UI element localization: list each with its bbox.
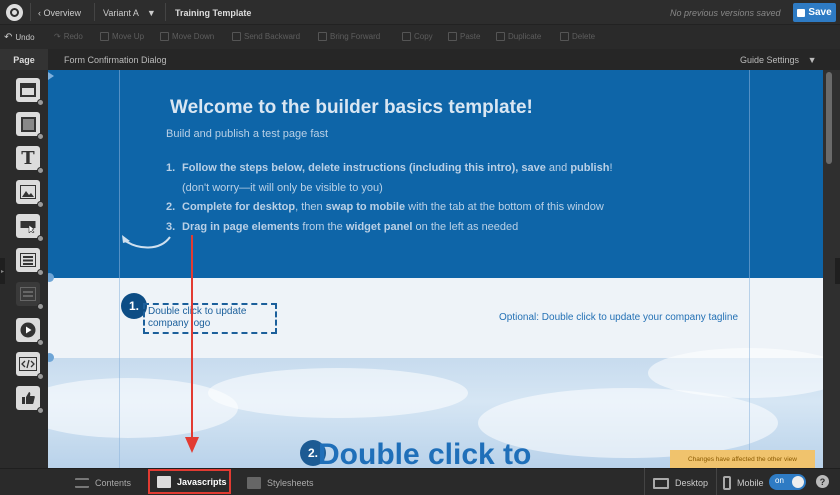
tab-contents[interactable]: Contents (75, 473, 131, 493)
guide-line (119, 70, 120, 468)
javascript-file-icon (157, 475, 171, 488)
redo-button[interactable]: ↷ Redo (54, 32, 83, 41)
instruction-step-2: 2. Complete for desktop, then swap to mob… (166, 201, 604, 213)
caret-down-icon: ▼ (146, 8, 156, 18)
tab-stylesheets[interactable]: Stylesheets (247, 473, 314, 493)
image-icon (20, 185, 36, 199)
scrollbar-thumb[interactable] (826, 72, 832, 164)
versions-status: No previous versions saved (670, 8, 781, 18)
trash-icon (560, 32, 569, 41)
move-down-icon (160, 32, 169, 41)
mobile-toggle[interactable]: on (769, 474, 806, 490)
overview-link[interactable]: ‹ Overview (38, 8, 81, 18)
company-tagline[interactable]: Optional: Double click to update your co… (499, 312, 738, 323)
move-up-button[interactable]: Move Up (100, 32, 144, 41)
cloud-shape (208, 368, 468, 418)
variant-dropdown[interactable]: Variant A ▼ (103, 8, 156, 18)
canvas-scrollbar[interactable] (823, 70, 840, 468)
paste-icon (448, 32, 457, 41)
text-t-icon: T (21, 147, 35, 169)
caret-down-icon: ▼ (807, 55, 817, 65)
delete-button[interactable]: Delete (560, 32, 595, 41)
collapse-right-handle-icon[interactable] (835, 258, 840, 284)
guide-line (749, 70, 750, 468)
text-widget[interactable]: T (16, 146, 44, 174)
instruction-step-1: 1. Follow the steps below, delete instruc… (166, 162, 613, 174)
app-logo-icon[interactable] (6, 4, 23, 21)
changes-notice: Changes have affected the other view (670, 450, 815, 468)
mobile-view-button[interactable]: Mobile (723, 473, 764, 493)
box-icon (20, 116, 36, 132)
button-cursor-icon (20, 221, 36, 233)
image-widget[interactable] (16, 180, 44, 208)
lightbox-icon (20, 287, 36, 301)
hero-title[interactable]: Welcome to the builder basics template! (170, 97, 533, 119)
bring-forward-icon (318, 32, 327, 41)
send-backward-icon (232, 32, 241, 41)
monitor-icon (653, 477, 669, 489)
custom-html-widget[interactable] (16, 352, 44, 380)
header-row: Page Form Confirmation Dialog Guide Sett… (0, 49, 840, 70)
section-widget[interactable] (16, 78, 44, 106)
list-lines-icon (75, 478, 89, 488)
move-up-icon (100, 32, 109, 41)
annotation-arrow (185, 235, 199, 453)
template-name: Training Template (175, 8, 252, 18)
dialog-name[interactable]: Form Confirmation Dialog (64, 55, 167, 65)
play-circle-icon (20, 322, 36, 338)
edit-toolbar: ↶ Undo ↷ Redo Move Up Move Down Send Back… (0, 25, 840, 49)
social-widget[interactable] (16, 386, 44, 414)
cloud-shape (48, 378, 238, 438)
collapse-panel-handle-icon[interactable]: ▸ (0, 258, 5, 284)
instruction-step-3: 3. Drag in page elements from the widget … (166, 220, 519, 233)
video-widget[interactable] (16, 318, 44, 346)
widget-panel: T (0, 70, 48, 468)
phone-icon (723, 476, 731, 490)
tab-page[interactable]: Page (0, 49, 48, 70)
duplicate-icon (496, 32, 505, 41)
copy-button[interactable]: Copy (402, 32, 433, 41)
paste-button[interactable]: Paste (448, 32, 480, 41)
desktop-view-button[interactable]: Desktop (653, 473, 708, 493)
instruction-note: (don't worry—it will only be visible to … (182, 181, 383, 194)
guide-marker-icon (48, 72, 54, 80)
move-down-button[interactable]: Move Down (160, 32, 214, 41)
copy-icon (402, 32, 411, 41)
toggle-knob (792, 476, 804, 488)
redo-arrow-icon: ↷ (54, 32, 61, 41)
floppy-disk-icon (797, 8, 806, 17)
send-backward-button[interactable]: Send Backward (232, 32, 300, 41)
curved-arrow-icon (122, 235, 171, 249)
undo-arrow-icon: ↶ (4, 32, 13, 43)
hero-subtitle[interactable]: Build and publish a test page fast (166, 128, 328, 140)
undo-button[interactable]: ↶ Undo (4, 32, 35, 43)
top-bar: ‹ Overview Variant A ▼ Training Template… (0, 0, 840, 25)
thumbs-up-icon (22, 392, 35, 404)
code-brackets-icon (19, 357, 37, 371)
page-canvas[interactable]: Welcome to the builder basics template! … (48, 70, 823, 468)
bring-forward-button[interactable]: Bring Forward (318, 32, 380, 41)
help-button[interactable]: ? (816, 475, 829, 488)
sky-headline[interactable]: Double click to (318, 438, 531, 468)
lightbox-widget[interactable] (16, 282, 44, 310)
instruction-list[interactable]: 1. Follow the steps below, delete instruc… (166, 159, 613, 237)
form-widget[interactable] (16, 248, 44, 276)
section-icon (20, 83, 36, 97)
save-button[interactable]: Save (793, 3, 836, 22)
tab-javascripts[interactable]: Javascripts (148, 469, 231, 494)
stylesheet-file-icon (247, 477, 261, 489)
form-lines-icon (20, 253, 36, 267)
box-widget[interactable] (16, 112, 44, 140)
duplicate-button[interactable]: Duplicate (496, 32, 541, 41)
guide-settings-dropdown[interactable]: Guide Settings ▼ (740, 55, 816, 65)
logo-placeholder-text: Double click to update company logo (148, 306, 247, 329)
button-widget[interactable] (16, 214, 44, 242)
logo-section[interactable]: 1. Double click to update company logo O… (48, 278, 823, 358)
hero-section[interactable]: Welcome to the builder basics template! … (48, 70, 823, 278)
